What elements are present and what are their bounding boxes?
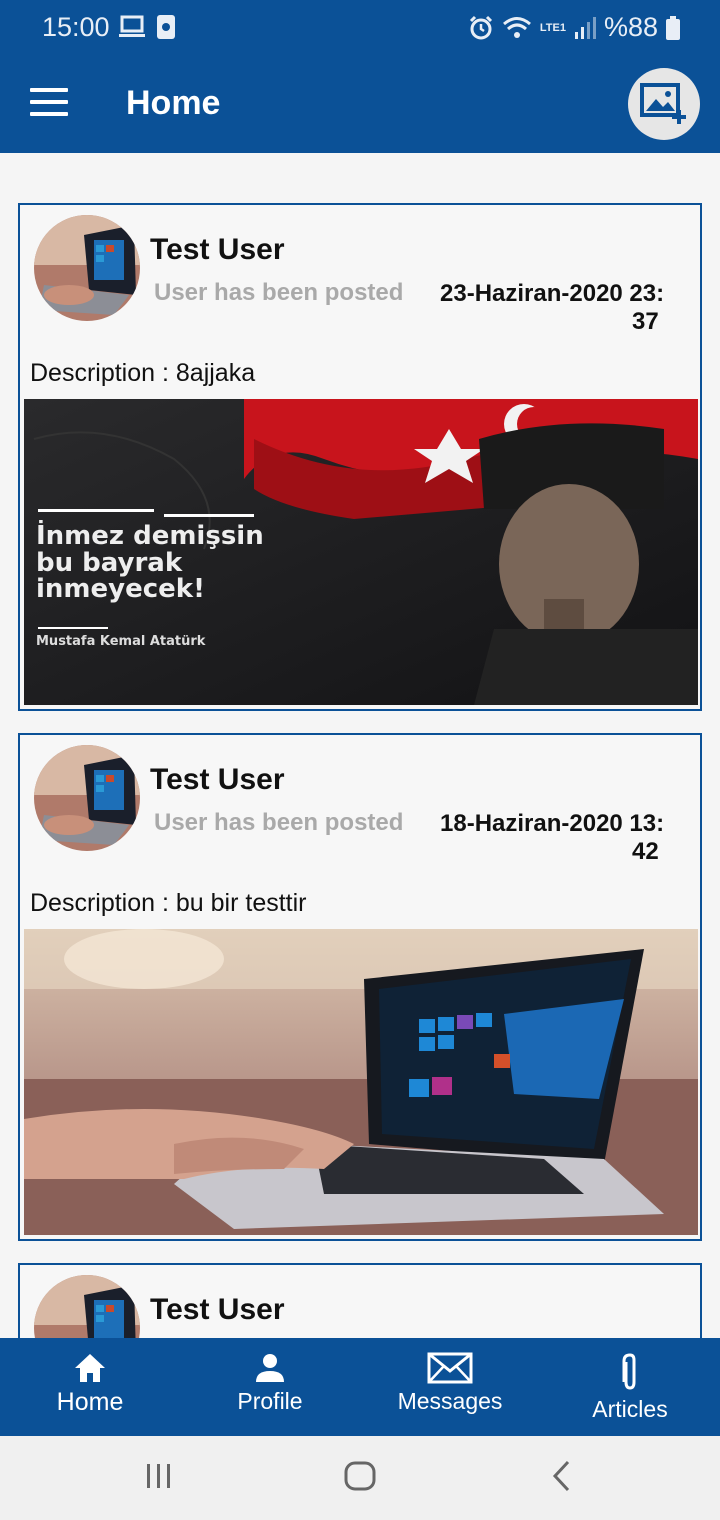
post-card[interactable]: Test User [18, 1263, 702, 1338]
nav-articles-label: Articles [592, 1396, 668, 1422]
envelope-icon [427, 1352, 473, 1384]
status-left-icons [118, 14, 176, 40]
post-description: Description : 8ajjaka [30, 359, 256, 387]
avatar[interactable] [34, 1275, 140, 1338]
system-navigation-bar [0, 1436, 720, 1520]
home-icon [75, 1354, 105, 1382]
nav-home[interactable]: Home [0, 1338, 180, 1436]
posted-status: User has been posted [154, 279, 404, 306]
posted-status: User has been posted [154, 809, 404, 836]
post-time: 42 [632, 838, 659, 865]
post-image[interactable]: İnmez demişsin bu bayrak inmeyecek! Must… [24, 399, 698, 705]
screenshot-icon [157, 15, 175, 39]
laptop-icon [119, 15, 145, 37]
post-date: 18-Haziran-2020 13: [440, 810, 665, 837]
post-username[interactable]: Test User [150, 763, 285, 797]
post-username[interactable]: Test User [150, 233, 285, 267]
avatar[interactable] [34, 745, 140, 851]
post-date: 23-Haziran-2020 23: [440, 280, 665, 307]
avatar[interactable] [34, 215, 140, 321]
nav-profile-label: Profile [237, 1388, 303, 1414]
alarm-icon [469, 15, 492, 39]
page-title: Home [126, 84, 221, 122]
status-bar: 15:00 LTE1 %88 [0, 0, 720, 56]
add-photo-button[interactable] [628, 68, 700, 140]
nav-profile[interactable]: Profile [180, 1338, 360, 1436]
back-icon[interactable] [550, 1458, 574, 1494]
app-bar: Home [0, 56, 720, 153]
paperclip-icon [622, 1353, 636, 1390]
post-time: 37 [632, 308, 659, 335]
post-description: Description : bu bir testtir [30, 889, 307, 917]
wifi-icon [502, 16, 531, 38]
post-card[interactable]: Test User User has been posted 23-Hazira… [18, 203, 702, 711]
post-username[interactable]: Test User [150, 1293, 285, 1327]
person-icon [256, 1354, 284, 1382]
post-image[interactable] [24, 929, 698, 1235]
post-feed[interactable]: Test User User has been posted 23-Hazira… [0, 153, 720, 1338]
bottom-navigation: Home Profile Messages Articles [0, 1338, 720, 1436]
image-signature: Mustafa Kemal Atatürk [36, 634, 206, 649]
network-label: LTE1 [539, 21, 566, 34]
signal-icon [574, 16, 596, 39]
post-card[interactable]: Test User User has been posted 18-Hazira… [18, 733, 702, 1241]
home-button-icon[interactable] [343, 1458, 377, 1494]
battery-icon [666, 15, 680, 40]
battery-percent: %88 [603, 12, 658, 42]
nav-home-label: Home [56, 1388, 124, 1416]
nav-articles[interactable]: Articles [540, 1338, 720, 1436]
image-quote-line3: inmeyecek! [36, 574, 205, 604]
recent-apps-icon[interactable] [144, 1458, 174, 1494]
add-photo-icon [640, 83, 686, 124]
nav-messages-label: Messages [397, 1388, 503, 1414]
status-time: 15:00 [42, 12, 110, 42]
status-right-icons: LTE1 %88 [468, 12, 680, 43]
hamburger-menu-icon[interactable] [30, 88, 68, 118]
nav-messages[interactable]: Messages [360, 1338, 540, 1436]
image-quote-line1: İnmez demişsin [36, 519, 264, 551]
